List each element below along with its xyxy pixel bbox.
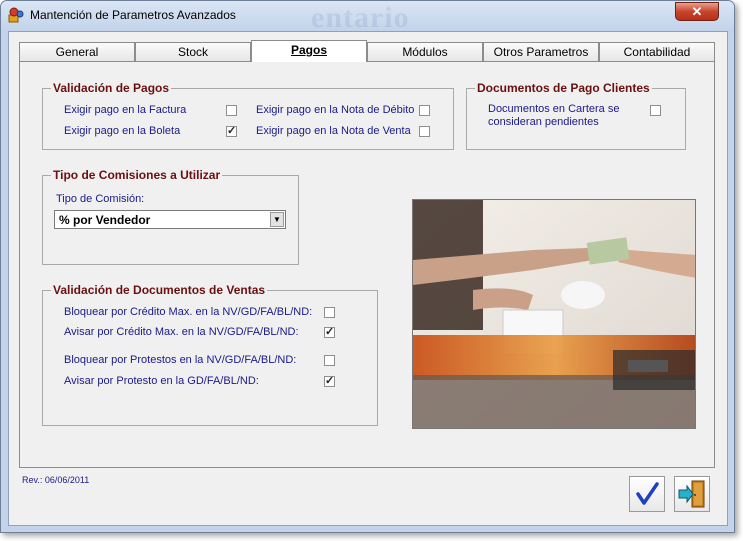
tab-contabilidad[interactable]: Contabilidad	[599, 42, 715, 61]
accept-button[interactable]	[629, 476, 665, 512]
tab-strip: General Stock Pagos Módulos Otros Parame…	[19, 40, 719, 62]
bloquear-credito-label: Bloquear por Crédito Max. en la NV/GD/FA…	[64, 306, 313, 318]
window-title: Mantención de Parametros Avanzados	[30, 8, 236, 22]
group-title: Validación de Documentos de Ventas	[51, 283, 268, 297]
main-window: entario Mantención de Parametros Avanzad…	[0, 0, 735, 533]
check-icon: ✓	[227, 125, 237, 137]
exit-door-icon	[678, 480, 705, 508]
exigir-nota-debito-checkbox[interactable]	[419, 105, 430, 116]
checkmark-icon	[636, 482, 659, 505]
tab-pagos[interactable]: Pagos	[251, 40, 367, 62]
exigir-factura-label: Exigir pago en la Factura	[64, 104, 187, 116]
tab-panel-pagos: Validación de Pagos Exigir pago en la Fa…	[19, 61, 715, 468]
app-icon	[8, 7, 24, 23]
avisar-protesto-checkbox[interactable]: ✓	[324, 375, 335, 387]
exigir-factura-checkbox[interactable]	[226, 105, 237, 116]
tab-modulos[interactable]: Módulos	[367, 42, 483, 61]
tab-otros-parametros[interactable]: Otros Parametros	[483, 42, 599, 61]
exigir-nota-venta-checkbox[interactable]	[419, 126, 430, 137]
check-icon: ✓	[325, 326, 335, 338]
client-area: General Stock Pagos Módulos Otros Parame…	[8, 31, 728, 526]
group-title: Validación de Pagos	[51, 81, 172, 95]
revision-label: Rev.: 06/06/2011	[22, 475, 90, 485]
group-documentos-pago: Documentos de Pago Clientes Documentos e…	[466, 81, 686, 150]
group-title: Documentos de Pago Clientes	[475, 81, 652, 95]
exigir-boleta-label: Exigir pago en la Boleta	[64, 125, 181, 137]
avisar-credito-label: Avisar por Crédito Max. en la NV/GD/FA/B…	[64, 326, 299, 338]
close-icon: ✕	[691, 4, 703, 19]
exit-button[interactable]	[674, 476, 710, 512]
avisar-credito-checkbox[interactable]: ✓	[324, 326, 335, 338]
group-validacion-documentos: Validación de Documentos de Ventas Bloqu…	[42, 283, 378, 426]
tipo-comision-label: Tipo de Comisión:	[56, 193, 145, 205]
tab-general[interactable]: General	[19, 42, 135, 61]
title-bar[interactable]: entario Mantención de Parametros Avanzad…	[1, 1, 734, 34]
documentos-cartera-label-line2: consideran pendientes	[488, 116, 599, 128]
exigir-nota-debito-label: Exigir pago en la Nota de Débito	[256, 104, 415, 116]
payment-photo	[412, 199, 696, 429]
exigir-boleta-checkbox[interactable]: ✓	[226, 125, 237, 137]
title-watermark: entario	[311, 1, 410, 34]
bloquear-protestos-checkbox[interactable]	[324, 355, 335, 366]
avisar-protesto-label: Avisar por Protesto en la GD/FA/BL/ND:	[64, 375, 259, 387]
close-button[interactable]: ✕	[675, 2, 719, 21]
exigir-nota-venta-label: Exigir pago en la Nota de Venta	[256, 125, 411, 137]
check-icon: ✓	[325, 375, 335, 387]
tipo-comision-select[interactable]: % por Vendedor ▼	[54, 210, 286, 229]
bloquear-protestos-label: Bloquear por Protestos en la NV/GD/FA/BL…	[64, 354, 297, 366]
group-validacion-pagos: Validación de Pagos Exigir pago en la Fa…	[42, 81, 454, 150]
documentos-cartera-label-line1: Documentos en Cartera se	[488, 103, 620, 115]
bloquear-credito-checkbox[interactable]	[324, 307, 335, 318]
dropdown-arrow-icon[interactable]: ▼	[270, 212, 284, 227]
documentos-cartera-checkbox[interactable]	[650, 105, 661, 116]
tipo-comision-value: % por Vendedor	[59, 213, 151, 227]
payment-handshake-image	[413, 200, 695, 428]
group-title: Tipo de Comisiones a Utilizar	[51, 168, 223, 182]
group-tipo-comisiones: Tipo de Comisiones a Utilizar Tipo de Co…	[42, 168, 299, 265]
tab-stock[interactable]: Stock	[135, 42, 251, 61]
